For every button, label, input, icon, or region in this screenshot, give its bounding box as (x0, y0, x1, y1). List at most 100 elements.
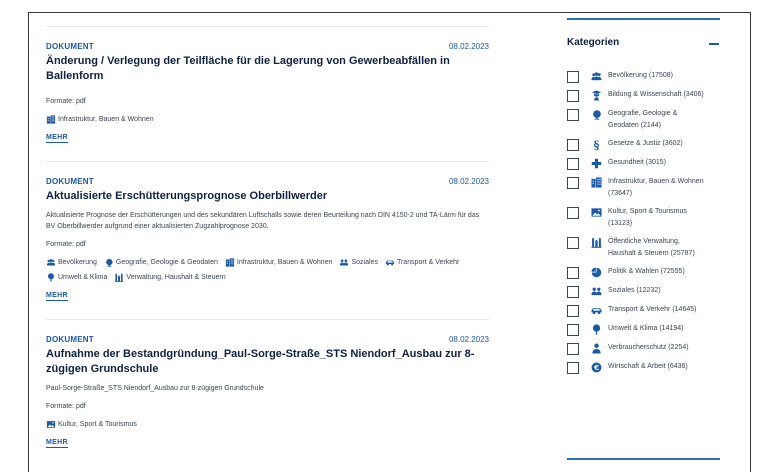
result-date: 08.02.2023 (448, 177, 489, 186)
result-formats: Formate: pdf (46, 98, 86, 105)
category-tag[interactable]: Verwaltung, Haushalt & Steuern (114, 273, 226, 282)
category-checkbox[interactable] (567, 267, 579, 279)
building-icon (46, 115, 56, 124)
category-filter-item[interactable]: Bildung & Wissenschaft (3406) (567, 89, 720, 102)
category-filter-item[interactable]: Soziales (12232) (567, 285, 720, 298)
more-link[interactable]: MEHR (46, 134, 68, 143)
category-filter-item[interactable]: € Wirtschaft & Arbeit (6436) (567, 361, 720, 374)
health-cross-icon (591, 158, 601, 169)
category-filter-item[interactable]: Kultur, Sport & Tourismus (13123) (567, 206, 720, 230)
category-label: Kultur, Sport & Tourismus (13123) (608, 208, 687, 227)
category-checkbox[interactable] (567, 343, 579, 355)
person-icon (591, 343, 601, 354)
category-filter-item[interactable]: Transport & Verkehr (14645) (567, 304, 720, 317)
category-filter-item[interactable]: Verbraucherschutz (2254) (567, 342, 720, 355)
category-tag-label: Infrastruktur, Bauen & Wohnen (58, 116, 154, 123)
townhall-icon (590, 237, 602, 248)
group-icon (340, 259, 349, 266)
category-tag[interactable]: Umwelt & Klima (46, 273, 107, 282)
category-filter-item[interactable]: § Gesetze & Justiz (3602) (567, 138, 720, 151)
category-checkbox[interactable] (567, 90, 579, 102)
result-tags: Infrastruktur, Bauen & Wohnen (46, 115, 486, 124)
category-checkbox[interactable] (567, 158, 579, 170)
category-checkbox[interactable] (567, 177, 579, 189)
category-label: Infrastruktur, Bauen & Wohnen (73647) (608, 178, 704, 197)
category-filter-item[interactable]: Bevölkerung (17508) (567, 70, 720, 83)
category-label: Umwelt & Klima (14194) (608, 325, 684, 332)
category-checkbox[interactable] (567, 109, 579, 121)
category-tag-label: Bevölkerung (58, 259, 97, 266)
sidebar-divider (567, 458, 720, 460)
category-filter-item[interactable]: Infrastruktur, Bauen & Wohnen (73647) (567, 176, 720, 200)
category-checkbox[interactable] (567, 71, 579, 83)
sidebar-divider (567, 18, 720, 20)
results-list: DOKUMENT 08.02.2023 Änderung / Verlegung… (46, 26, 489, 449)
category-label: Bildung & Wissenschaft (3406) (608, 91, 704, 98)
result-item: DOKUMENT 08.02.2023 Änderung / Verlegung… (46, 26, 489, 144)
group-icon (590, 287, 602, 296)
result-description: Paul-Sorge-Straße_STS Niendorf_Ausbau zu… (46, 385, 264, 392)
category-tag-label: Kultur, Sport & Tourismus (58, 421, 137, 428)
tree-icon (592, 324, 600, 335)
category-tag[interactable]: Kultur, Sport & Tourismus (46, 420, 137, 429)
collapse-minus-icon[interactable] (708, 36, 720, 48)
result-type: DOKUMENT (46, 177, 94, 186)
category-tag-label: Soziales (351, 259, 378, 266)
result-formats: Formate: pdf (46, 403, 86, 410)
result-title-link[interactable]: Änderung / Verlegung der Teilfläche für … (46, 54, 489, 84)
car-icon (385, 260, 395, 266)
people-icon (46, 259, 56, 266)
picture-icon (590, 208, 602, 217)
category-checkbox[interactable] (567, 305, 579, 317)
category-label: Wirtschaft & Arbeit (6436) (608, 363, 688, 370)
result-item: DOKUMENT 08.02.2023 Aktualisierte Erschü… (46, 161, 489, 302)
category-label: Gesetze & Justiz (3602) (608, 140, 683, 147)
globe-icon (106, 258, 113, 267)
more-link[interactable]: MEHR (46, 292, 68, 301)
result-formats: Formate: pdf (46, 241, 86, 248)
category-filter-item[interactable]: Umwelt & Klima (14194) (567, 323, 720, 336)
category-tag-label: Transport & Verkehr (396, 259, 460, 266)
category-tag-label: Verwaltung, Haushalt & Steuern (126, 274, 226, 281)
category-label: Geografie, Geologie & Geodaten (2144) (608, 110, 678, 129)
category-tag[interactable]: Infrastruktur, Bauen & Wohnen (225, 258, 332, 267)
category-filter-item[interactable]: Gesundheit (3015) (567, 157, 720, 170)
svg-text:§: § (593, 139, 599, 150)
category-filter-item[interactable]: Öffentliche Verwaltung, Haushalt & Steue… (567, 236, 720, 260)
category-label: Politik & Wahlen (72555) (608, 268, 685, 275)
category-sidebar: Kategorien Bevölkerung (17508) Bildung & … (567, 18, 720, 380)
result-type: DOKUMENT (46, 335, 94, 344)
category-checkbox[interactable] (567, 139, 579, 151)
paragraph-icon: § (593, 139, 599, 150)
category-tag[interactable]: Infrastruktur, Bauen & Wohnen (46, 115, 154, 124)
category-tag[interactable]: Transport & Verkehr (385, 258, 459, 267)
category-filter-item[interactable]: Geografie, Geologie & Geodaten (2144) (567, 108, 720, 132)
result-title-link[interactable]: Aktualisierte Erschütterungsprognose Obe… (46, 189, 489, 204)
category-checkbox[interactable] (567, 237, 579, 249)
category-checkbox[interactable] (567, 324, 579, 336)
result-title-link[interactable]: Aufnahme der Bestandgründung_Paul-Sorge-… (46, 347, 489, 377)
svg-text:€: € (592, 363, 598, 372)
people-icon (590, 72, 602, 81)
category-tag[interactable]: Bevölkerung (46, 258, 97, 267)
townhall-icon (115, 273, 124, 282)
picture-icon (46, 421, 56, 428)
category-checkbox[interactable] (567, 362, 579, 374)
category-label: Transport & Verkehr (14645) (608, 306, 697, 313)
category-list: Bevölkerung (17508) Bildung & Wissenschaf… (567, 70, 720, 374)
result-date: 08.02.2023 (448, 335, 489, 344)
category-tag[interactable]: Geografie, Geologie & Geodaten (104, 258, 218, 267)
result-tags: Bevölkerung Geografie, Geologie & Geodate… (46, 258, 486, 282)
sidebar-title: Kategorien (567, 36, 620, 48)
category-tag[interactable]: Soziales (339, 258, 378, 267)
pie-chart-icon (590, 267, 601, 278)
building-icon (590, 177, 602, 188)
category-checkbox[interactable] (567, 286, 579, 298)
category-filter-item[interactable]: Politik & Wahlen (72555) (567, 266, 720, 279)
globe-icon (592, 110, 601, 120)
result-tags: Kultur, Sport & Tourismus (46, 420, 486, 429)
category-checkbox[interactable] (567, 207, 579, 219)
graduate-icon (591, 90, 601, 101)
more-link[interactable]: MEHR (46, 439, 68, 448)
category-label: Öffentliche Verwaltung, Haushalt & Steue… (608, 238, 695, 257)
